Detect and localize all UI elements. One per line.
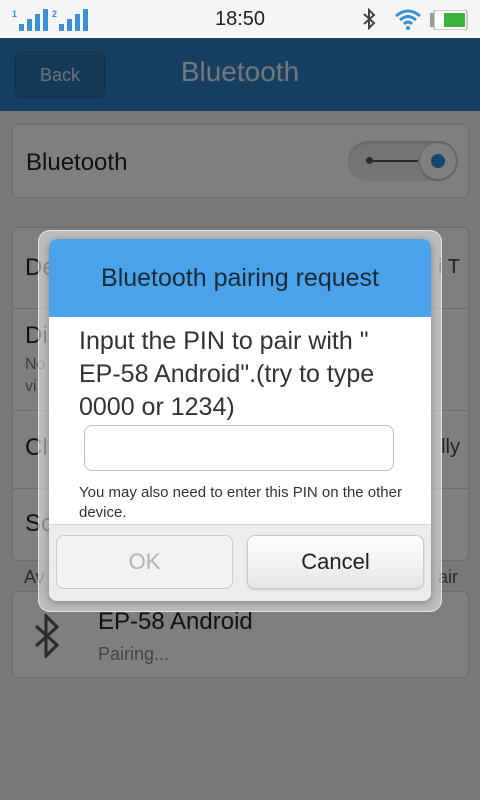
bluetooth-icon xyxy=(363,8,376,30)
ok-button[interactable]: OK xyxy=(56,535,233,589)
wifi-icon xyxy=(395,9,421,30)
dialog-title: Bluetooth pairing request xyxy=(49,239,431,317)
dialog-footer: OK Cancel xyxy=(49,524,431,601)
pin-input[interactable] xyxy=(84,425,394,471)
dialog-message: Input the PIN to pair with " EP-58 Andro… xyxy=(79,327,375,421)
status-bar: 1 2 18:50 xyxy=(0,0,480,38)
pairing-dialog: Bluetooth pairing request Input the PIN … xyxy=(49,239,431,601)
dialog-note: You may also need to enter this PIN on t… xyxy=(79,484,402,521)
cancel-button[interactable]: Cancel xyxy=(247,535,424,589)
battery-icon xyxy=(430,10,468,30)
